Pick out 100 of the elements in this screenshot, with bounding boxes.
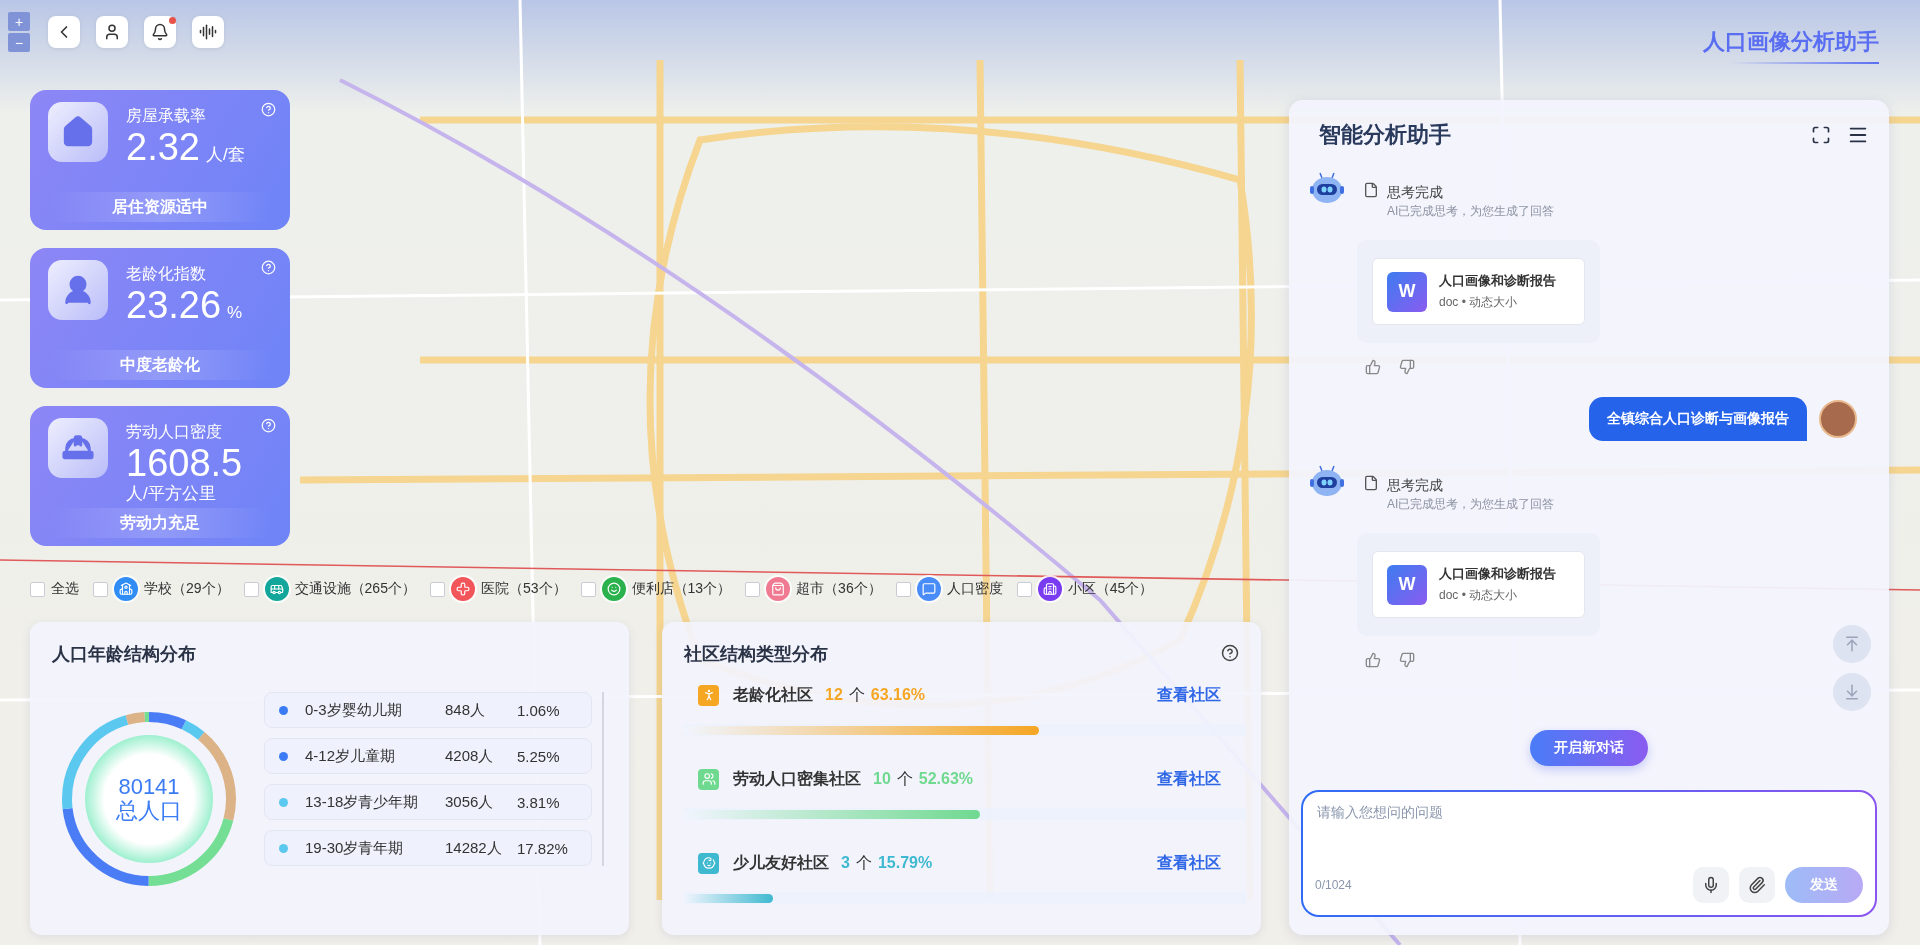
age-group-count: 4208人 xyxy=(445,746,495,766)
panel-title: 社区结构类型分布 xyxy=(684,643,828,666)
status-note: AI已完成思考，为您生成了回答 xyxy=(1387,203,1555,220)
age-group-label: 0-3岁婴幼儿期 xyxy=(305,700,403,720)
back-button[interactable] xyxy=(48,16,80,48)
avatar xyxy=(1819,400,1857,438)
bag-icon xyxy=(771,582,786,596)
thumbs-up-icon[interactable] xyxy=(1365,359,1381,375)
file-badge: W xyxy=(1387,271,1427,312)
stat-unit: 人/套 xyxy=(205,145,245,165)
age-group-percent: 3.81% xyxy=(517,793,561,811)
attach-button[interactable] xyxy=(1739,867,1775,903)
school-icon xyxy=(119,582,133,596)
stat-title: 劳动人口密度 xyxy=(126,422,222,442)
app-title: 人口画像分析助手 xyxy=(1703,28,1879,56)
notification-button[interactable] xyxy=(144,16,176,48)
community-percent: 52.63% xyxy=(918,770,974,788)
stat-unit: % xyxy=(227,303,243,323)
age-group-count: 3056人 xyxy=(445,792,495,812)
file-meta: doc • 动态大小 xyxy=(1439,294,1519,311)
age-group-label: 13-18岁青少年期 xyxy=(305,792,420,812)
profile-button[interactable] xyxy=(96,16,128,48)
community-count: 12 xyxy=(825,686,843,704)
count-unit: 个 xyxy=(896,768,913,789)
house-icon xyxy=(61,115,95,149)
robot-avatar-icon xyxy=(1307,170,1347,206)
stat-title: 房屋承载率 xyxy=(126,106,206,126)
arrow-up-icon xyxy=(1843,635,1861,653)
bus-icon xyxy=(269,582,284,596)
bell-icon xyxy=(151,23,169,41)
age-group-label: 19-30岁青年期 xyxy=(305,838,405,858)
zoom-in-button[interactable]: + xyxy=(8,12,30,31)
age-group-percent: 5.25% xyxy=(517,747,561,765)
document-icon xyxy=(1363,182,1379,198)
user-icon xyxy=(103,23,121,41)
stat-title: 老龄化指数 xyxy=(126,264,206,284)
cross-icon xyxy=(455,582,470,596)
paperclip-icon xyxy=(1748,876,1766,894)
assistant-title: 智能分析助手 xyxy=(1319,121,1451,149)
scroll-top-button[interactable] xyxy=(1833,625,1871,663)
file-card[interactable]: W 人口画像和诊断报告 doc • 动态大小 xyxy=(1372,258,1585,325)
file-name: 人口画像和诊断报告 xyxy=(1439,565,1556,583)
file-meta: doc • 动态大小 xyxy=(1439,587,1519,604)
age-group-count: 14282人 xyxy=(445,838,503,858)
thumbs-up-icon[interactable] xyxy=(1365,652,1381,668)
stat-value: 2.32 xyxy=(126,126,200,168)
community-count: 3 xyxy=(841,854,850,872)
char-counter: 0/1024 xyxy=(1315,878,1352,892)
thumbs-down-icon[interactable] xyxy=(1399,359,1415,375)
filter-label: 便利店（13个） xyxy=(631,580,732,598)
filter-label: 超市（36个） xyxy=(796,580,882,598)
file-name: 人口画像和诊断报告 xyxy=(1439,272,1556,290)
community-type-name: 老龄化社区 xyxy=(733,684,813,705)
stat-value: 23.26 xyxy=(126,284,222,326)
count-unit: 个 xyxy=(848,684,865,705)
total-label: 总人口 xyxy=(116,799,182,823)
help-icon[interactable] xyxy=(1221,644,1239,662)
status-title: 思考完成 xyxy=(1387,183,1444,202)
community-count: 10 xyxy=(873,770,891,788)
community-type-name: 少儿友好社区 xyxy=(733,852,829,873)
fullscreen-button[interactable] xyxy=(1811,125,1831,145)
zoom-out-button[interactable]: − xyxy=(8,33,30,52)
view-community-link[interactable]: 查看社区 xyxy=(1157,852,1221,874)
count-unit: 个 xyxy=(855,852,872,873)
age-group-percent: 17.82% xyxy=(517,839,569,857)
filter-label: 人口密度 xyxy=(946,580,1003,598)
total-value: 80141 xyxy=(118,775,180,799)
filter-label: 学校（29个） xyxy=(144,580,230,598)
robot-avatar-icon xyxy=(1307,463,1347,499)
view-community-link[interactable]: 查看社区 xyxy=(1157,684,1221,706)
age-group-label: 4-12岁儿童期 xyxy=(305,746,397,766)
voice-input-button[interactable] xyxy=(1693,867,1729,903)
panel-title: 人口年龄结构分布 xyxy=(52,643,196,666)
sound-wave-icon xyxy=(199,23,217,41)
filter-label: 小区（45个） xyxy=(1067,580,1154,598)
status-note: AI已完成思考，为您生成了回答 xyxy=(1387,496,1555,513)
age-group-percent: 1.06% xyxy=(517,701,561,719)
community-percent: 15.79% xyxy=(877,854,933,872)
filter-label: 医院（53个） xyxy=(480,580,567,598)
chat-icon xyxy=(921,582,936,596)
building-icon xyxy=(1042,582,1057,596)
view-community-link[interactable]: 查看社区 xyxy=(1157,768,1221,790)
document-icon xyxy=(1363,475,1379,491)
filter-label: 交通设施（265个） xyxy=(294,580,416,598)
community-type-name: 劳动人口密集社区 xyxy=(733,768,861,789)
microphone-icon xyxy=(1702,876,1720,894)
file-card[interactable]: W 人口画像和诊断报告 doc • 动态大小 xyxy=(1372,551,1585,618)
stat-unit: 人/平方公里 xyxy=(126,484,216,504)
fullscreen-icon xyxy=(1811,125,1831,145)
stat-value: 1608.5 xyxy=(126,442,243,484)
new-chat-button[interactable]: 开启新对话 xyxy=(1530,730,1648,766)
question-input[interactable]: 请输入您想问的问题 0/1024 发送 xyxy=(1301,790,1877,917)
scroll-bottom-button[interactable] xyxy=(1833,673,1871,711)
arrow-down-icon xyxy=(1843,683,1861,701)
smile-icon xyxy=(606,582,621,596)
file-badge: W xyxy=(1387,564,1427,605)
user-message: 全镇综合人口诊断与画像报告 xyxy=(1589,397,1807,441)
thumbs-down-icon[interactable] xyxy=(1399,652,1415,668)
age-group-count: 848人 xyxy=(445,700,487,720)
voice-button[interactable] xyxy=(192,16,224,48)
